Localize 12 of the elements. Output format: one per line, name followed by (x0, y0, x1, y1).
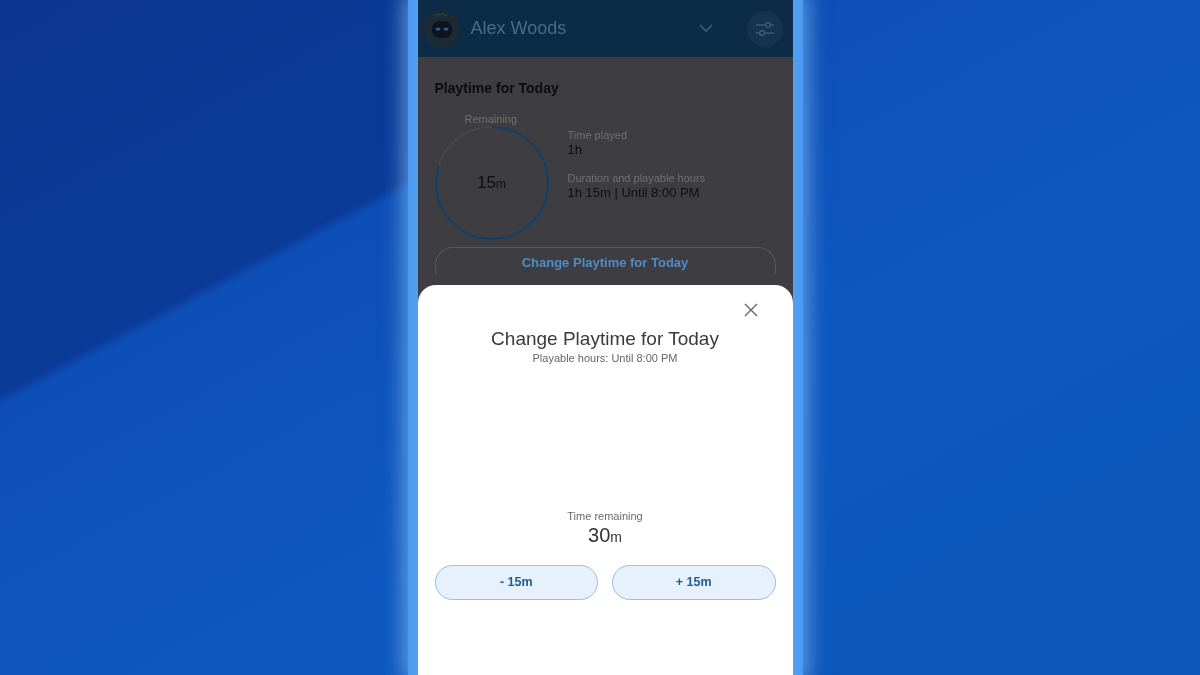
robot-avatar-icon (422, 9, 461, 48)
user-name: Alex Woods (470, 17, 567, 40)
sheet-subtitle: Playable hours: Until 8:00 PM (531, 351, 679, 365)
sheet-title: Change Playtime for Today (490, 327, 720, 351)
time-remaining-value: 30m (587, 523, 623, 548)
sliders-icon (755, 20, 774, 37)
increase-button[interactable]: + 15m (612, 565, 776, 600)
chevron-down-icon[interactable] (698, 24, 713, 33)
close-button[interactable] (742, 302, 759, 318)
close-icon (743, 303, 758, 317)
decrease-button[interactable]: - 15m (434, 565, 598, 600)
time-remaining-label: Time remaining (566, 509, 644, 523)
